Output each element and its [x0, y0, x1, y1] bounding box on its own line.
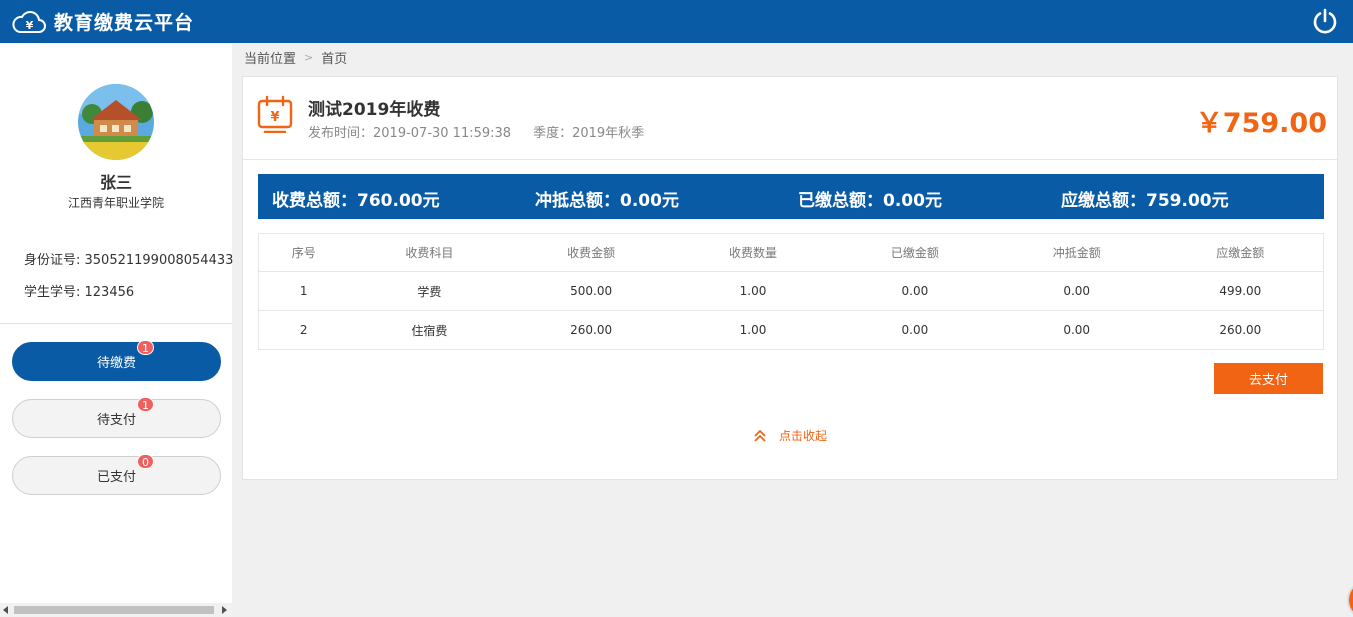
cell-amount: 260.00	[510, 310, 673, 350]
top-bar: ¥ 教育缴费云平台	[0, 0, 1353, 43]
student-number: 学生学号: 123456	[24, 285, 135, 300]
fee-card: ¥ 测试2019年收费 发布时间：2019-07-30 11:59:38 季度：2…	[242, 76, 1338, 480]
collapse-label: 点击收起	[778, 429, 827, 443]
scrollbar-thumb[interactable]	[14, 606, 214, 614]
col-due: 应缴金额	[1157, 233, 1324, 272]
cell-seq: 1	[258, 271, 349, 311]
cell-item: 住宿费	[348, 310, 511, 350]
nav-pending-fees-label: 待缴费 1	[96, 340, 154, 371]
table-header-row: 序号 收费科目 收费金额 收费数量 已缴金额 冲抵金额 应缴金额	[258, 233, 1324, 272]
fee-amount: ￥759.00	[1195, 108, 1327, 139]
id-card-number: 身份证号: 350521199008054433	[24, 253, 234, 268]
nav-pending-payment-text: 待支付	[96, 413, 136, 428]
scroll-right-arrow-icon[interactable]	[222, 606, 227, 614]
fee-card-header: ¥ 测试2019年收费 发布时间：2019-07-30 11:59:38 季度：2…	[243, 77, 1337, 160]
breadcrumb-location: 当前位置	[244, 52, 297, 67]
fee-meta: 发布时间：2019-07-30 11:59:38 季度：2019年秋季	[308, 122, 644, 141]
col-item: 收费科目	[348, 233, 511, 272]
nav-pending-payment-label: 待支付 1	[96, 397, 154, 428]
fee-season: 季度：2019年秋季	[533, 126, 645, 141]
cell-amount: 500.00	[510, 271, 673, 311]
col-amount: 收费金额	[510, 233, 673, 272]
cell-paid: 0.00	[833, 271, 996, 311]
go-pay-button[interactable]: 去支付	[1214, 363, 1323, 394]
collapse-toggle[interactable]: 点击收起	[243, 427, 1337, 444]
summary-offset: 冲抵总额：0.00元	[535, 191, 679, 211]
col-offset: 冲抵金额	[995, 233, 1158, 272]
nav-pending-fees-text: 待缴费	[96, 356, 136, 371]
floating-action-button[interactable]	[1347, 580, 1353, 617]
cell-quantity: 1.00	[672, 310, 834, 350]
breadcrumb-home[interactable]: 首页	[321, 48, 347, 67]
summary-total: 收费总额：760.00元	[272, 191, 440, 211]
nav-pending-fees-badge: 1	[137, 340, 154, 355]
cell-item: 学费	[348, 271, 511, 311]
cell-quantity: 1.00	[672, 271, 834, 311]
logo-glyph: ¥	[26, 19, 34, 32]
logo[interactable]: ¥ 教育缴费云平台	[12, 8, 194, 36]
summary-due: 应缴总额：759.00元	[1061, 191, 1229, 211]
cell-paid: 0.00	[833, 310, 996, 350]
fee-title: 测试2019年收费	[308, 100, 441, 120]
calendar-yuan-icon: ¥	[257, 95, 293, 133]
table-row: 2 住宿费 260.00 1.00 0.00 0.00 260.00	[258, 310, 1324, 350]
app-title: 教育缴费云平台	[54, 12, 195, 34]
nav-paid-label: 已支付 0	[96, 454, 154, 485]
scroll-left-arrow-icon[interactable]	[3, 606, 8, 614]
double-chevron-up-icon	[754, 429, 766, 442]
nav-paid-badge: 0	[137, 454, 154, 469]
user-school: 江西青年职业学院	[67, 196, 164, 210]
col-seq: 序号	[258, 233, 349, 272]
table-row: 1 学费 500.00 1.00 0.00 0.00 499.00	[258, 271, 1324, 311]
sidebar-horizontal-scrollbar[interactable]	[0, 603, 232, 617]
cell-due: 260.00	[1157, 310, 1324, 350]
fee-table: 序号 收费科目 收费金额 收费数量 已缴金额 冲抵金额 应缴金额 1 学费 50…	[258, 233, 1324, 350]
fee-icon-glyph: ¥	[270, 110, 279, 125]
cell-due: 499.00	[1157, 271, 1324, 311]
nav-pending-fees[interactable]: 待缴费 1	[12, 340, 221, 381]
cell-offset: 0.00	[995, 271, 1158, 311]
col-quantity: 收费数量	[672, 233, 834, 272]
sidebar-divider	[0, 323, 232, 324]
cell-offset: 0.00	[995, 310, 1158, 350]
summary-paid: 已缴总额：0.00元	[798, 191, 942, 211]
cell-seq: 2	[258, 310, 349, 350]
power-icon[interactable]	[1311, 7, 1339, 35]
publish-time: 发布时间：2019-07-30 11:59:38	[308, 126, 512, 141]
col-paid: 已缴金额	[833, 233, 996, 272]
nav-pending-payment-badge: 1	[137, 397, 154, 412]
avatar-house-image	[78, 84, 154, 160]
nav-paid-text: 已支付	[96, 470, 136, 485]
fee-summary-bar: 收费总额：760.00元 冲抵总额：0.00元 已缴总额：0.00元 应缴总额：…	[258, 174, 1324, 219]
nav-paid[interactable]: 已支付 0	[12, 454, 221, 495]
breadcrumb-separator-icon: >	[304, 51, 314, 64]
cloud-yuan-icon: ¥	[12, 10, 46, 33]
breadcrumb: 当前位置 > 首页	[244, 48, 347, 67]
nav-pending-payment[interactable]: 待支付 1	[12, 397, 221, 438]
user-name: 张三	[99, 173, 132, 192]
sidebar: 张三 江西青年职业学院 身份证号: 350521199008054433 学生学…	[0, 43, 234, 617]
avatar[interactable]	[78, 84, 154, 160]
